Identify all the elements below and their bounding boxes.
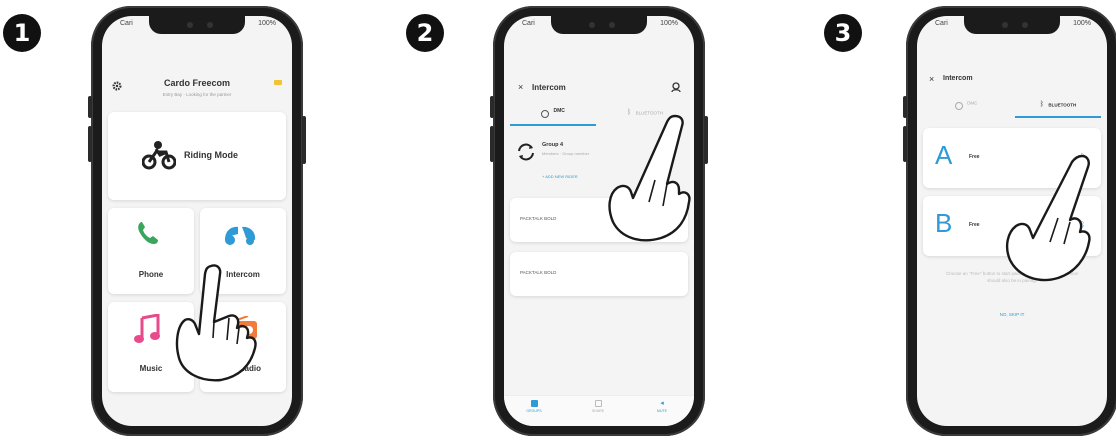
- app-subtitle: Entry Bay · Looking for the partner: [162, 92, 232, 97]
- group-sync-icon: [516, 142, 536, 167]
- add-group-icon[interactable]: [670, 80, 682, 98]
- tap-hand-icon: [597, 114, 697, 259]
- slot-b-letter: B: [935, 208, 953, 238]
- status-battery: 100%: [1073, 20, 1091, 27]
- status-carrier: Cari: [522, 20, 535, 27]
- tap-hand-icon: [159, 264, 269, 389]
- device-name: PACKTALK BOLD: [520, 270, 557, 275]
- slot-b-status: Free: [969, 222, 980, 228]
- tab-dmc[interactable]: DMC: [923, 94, 1009, 116]
- step-2-badge: 2: [406, 14, 444, 52]
- tab-dmc-label: DMC: [553, 107, 565, 114]
- bottom-nav: GROUPS SHARE ◂ MUTE: [504, 395, 694, 426]
- groups-icon: [530, 400, 538, 407]
- group-name: Group 4: [542, 142, 564, 148]
- phone-2: Cari 100% × Intercom DMC ᛒ BLUETOOTH Gro…: [490, 6, 708, 436]
- intercom-helmet-icon: [222, 222, 258, 253]
- status-battery: 100%: [258, 20, 276, 27]
- status-battery: 100%: [660, 20, 678, 27]
- tab-dmc-label: DMC: [967, 100, 978, 106]
- phone-1: Cari 100% Cardo Freecom Entry Bay · Look…: [88, 6, 306, 436]
- music-note-icon: [134, 313, 162, 349]
- close-icon[interactable]: ×: [518, 82, 523, 92]
- page-title: Intercom: [943, 75, 973, 82]
- tab-bluetooth[interactable]: ᛒ BLUETOOTH: [1015, 94, 1101, 118]
- phone-3: Cari 100% × Intercom DMC ᛒ BLUETOOTH A F…: [903, 6, 1116, 436]
- riding-mode-card[interactable]: Riding Mode: [108, 112, 286, 200]
- nav-groups[interactable]: GROUPS: [520, 400, 548, 413]
- skip-link[interactable]: NO, SKIP IT: [917, 312, 1107, 317]
- riding-mode-label: Riding Mode: [184, 150, 238, 160]
- slot-a-letter: A: [935, 140, 953, 170]
- slot-a-status: Free: [969, 154, 980, 160]
- tap-hand-icon: [996, 154, 1096, 299]
- dmc-icon: [954, 101, 963, 110]
- step-3-badge: 3: [824, 14, 862, 52]
- nav-mute[interactable]: ◂ MUTE: [648, 400, 676, 413]
- page-title: Intercom: [532, 83, 566, 92]
- app-title: Cardo Freecom: [163, 78, 231, 88]
- dmc-icon: [541, 109, 550, 118]
- status-carrier: Cari: [935, 20, 948, 27]
- bluetooth-icon: ᛒ: [1039, 101, 1044, 108]
- nav-mute-label: MUTE: [657, 409, 667, 413]
- device-name: PACKTALK BOLD: [520, 216, 557, 221]
- phone-icon: [136, 220, 160, 251]
- nav-share[interactable]: SHARE: [584, 400, 612, 413]
- tab-dmc[interactable]: DMC: [510, 102, 596, 126]
- nav-groups-label: GROUPS: [526, 409, 542, 413]
- nav-share-label: SHARE: [591, 409, 605, 413]
- step-1-badge: 1: [3, 14, 41, 52]
- close-icon[interactable]: ×: [929, 74, 934, 84]
- device-status-icon[interactable]: [274, 80, 282, 85]
- share-icon: [594, 400, 602, 407]
- group-members: Members · Group member: [542, 151, 590, 156]
- tab-bluetooth-label: BLUETOOTH: [1048, 102, 1077, 108]
- status-carrier: Cari: [120, 20, 133, 27]
- add-new-rider-link[interactable]: + ADD NEW RIDER: [542, 174, 578, 179]
- motorcycle-icon: [141, 140, 177, 170]
- speaker-icon: ◂: [660, 400, 664, 407]
